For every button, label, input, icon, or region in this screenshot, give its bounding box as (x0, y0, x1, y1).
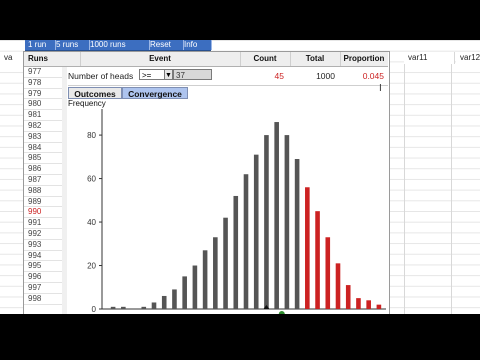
histogram-bar (182, 276, 187, 309)
run-row[interactable]: 990 (24, 207, 66, 219)
run-row[interactable]: 986 (24, 164, 66, 175)
run-row[interactable]: 982 (24, 121, 66, 132)
column-divider (451, 64, 452, 314)
column-divider (404, 64, 405, 314)
histogram-bar (356, 298, 361, 309)
y-tick-label: 60 (87, 175, 96, 184)
tab-convergence[interactable]: Convergence (122, 87, 188, 99)
histogram-bar (243, 174, 249, 309)
run-row[interactable]: 985 (24, 153, 66, 165)
y-tick-label: 20 (87, 262, 96, 271)
run-row[interactable]: 979 (24, 89, 66, 100)
histogram-bar (110, 306, 116, 309)
histogram-bar (253, 154, 259, 309)
event-row: Number of heads >= ▼ 37 45 1000 0.045 (68, 67, 388, 86)
chevron-down-icon[interactable]: ▼ (164, 69, 173, 80)
sampler-window: Runs 977 978 979 980 981 982 983 984 985 986 987 98… (23, 51, 390, 314)
histogram-bar (213, 237, 218, 309)
tab-outcomes[interactable]: Outcomes (68, 87, 122, 99)
histogram-bar (284, 135, 290, 309)
histogram-bar (325, 237, 331, 309)
run-five-button[interactable]: 5 runs (53, 40, 90, 50)
proportion-value: 0.045 (362, 71, 384, 81)
run-row[interactable]: 994 (24, 251, 66, 262)
histogram-bar (161, 295, 167, 309)
runs-scrollbar[interactable] (62, 67, 67, 314)
header-proportion: Proportion (343, 54, 385, 63)
results-table-header: Event Count Total Proportion (68, 52, 388, 67)
run-row[interactable]: 981 (24, 110, 66, 121)
frequency-histogram: Frequency020406080182227313640 (68, 99, 386, 314)
run-row[interactable]: 991 (24, 218, 66, 229)
run-row[interactable]: 987 (24, 175, 66, 186)
histogram-bar (315, 211, 320, 309)
histogram-bar (233, 195, 239, 309)
application-screen: va var11 var12 1 run 5 runs 1000 runs Re… (0, 40, 480, 314)
histogram-bar (192, 265, 198, 309)
histogram-bar (141, 306, 147, 309)
y-tick-label: 40 (87, 218, 96, 227)
histogram-bar (294, 159, 300, 309)
y-axis-label: Frequency (68, 99, 106, 108)
run-row[interactable]: 978 (24, 78, 66, 89)
histogram-bar (274, 122, 279, 309)
histogram-bar (223, 217, 228, 309)
run-row[interactable]: 996 (24, 272, 66, 283)
info-button[interactable]: Info (181, 40, 212, 50)
run-row[interactable]: 984 (24, 143, 66, 154)
histogram-bar (264, 135, 269, 309)
run-row[interactable]: 980 (24, 99, 66, 111)
runs-list[interactable]: 977 978 979 980 981 982 983 984 985 986 987 988 989 9… (24, 67, 67, 314)
histogram-bar (202, 250, 208, 309)
histogram-bar (376, 304, 382, 309)
histogram-bar (305, 187, 310, 309)
threshold-input[interactable]: 37 (173, 69, 212, 80)
count-value: 45 (274, 71, 284, 81)
histogram-bar (121, 306, 126, 309)
y-tick-label: 0 (92, 305, 97, 314)
histogram-bar (366, 300, 371, 309)
run-row[interactable]: 989 (24, 197, 66, 208)
run-row[interactable]: 993 (24, 240, 66, 251)
runs-header: Runs (24, 52, 70, 67)
total-value: 1000 (316, 71, 335, 81)
run-row[interactable]: 998 (24, 294, 66, 305)
y-tick-label: 80 (87, 131, 96, 140)
column-header-var11[interactable]: var11 (404, 52, 455, 64)
run-one-button[interactable]: 1 run (25, 40, 56, 50)
run-row[interactable]: 995 (24, 261, 66, 273)
text-cursor-icon: I (379, 83, 382, 94)
event-label: Number of heads (68, 71, 134, 81)
run-row[interactable]: 988 (24, 186, 66, 197)
run-thousand-button[interactable]: 1000 runs (87, 40, 150, 50)
histogram-bar (345, 285, 351, 309)
reset-button[interactable]: Reset (147, 40, 184, 50)
run-row[interactable]: 983 (24, 132, 66, 143)
column-header-var12[interactable]: var12 (456, 52, 480, 64)
histogram-bar (172, 289, 177, 309)
column-header-left[interactable]: va (0, 52, 25, 64)
histogram-bar (151, 302, 157, 309)
header-count: Count (240, 52, 291, 66)
sample-marker-icon (278, 311, 285, 314)
run-row[interactable]: 997 (24, 283, 66, 294)
run-row[interactable]: 992 (24, 229, 66, 240)
header-event: Event (80, 52, 241, 66)
header-total: Total (290, 52, 341, 66)
histogram-bar (335, 263, 341, 309)
simulation-toolbar: 1 run 5 runs 1000 runs Reset Info (25, 40, 212, 51)
run-row[interactable]: 977 (24, 67, 66, 78)
